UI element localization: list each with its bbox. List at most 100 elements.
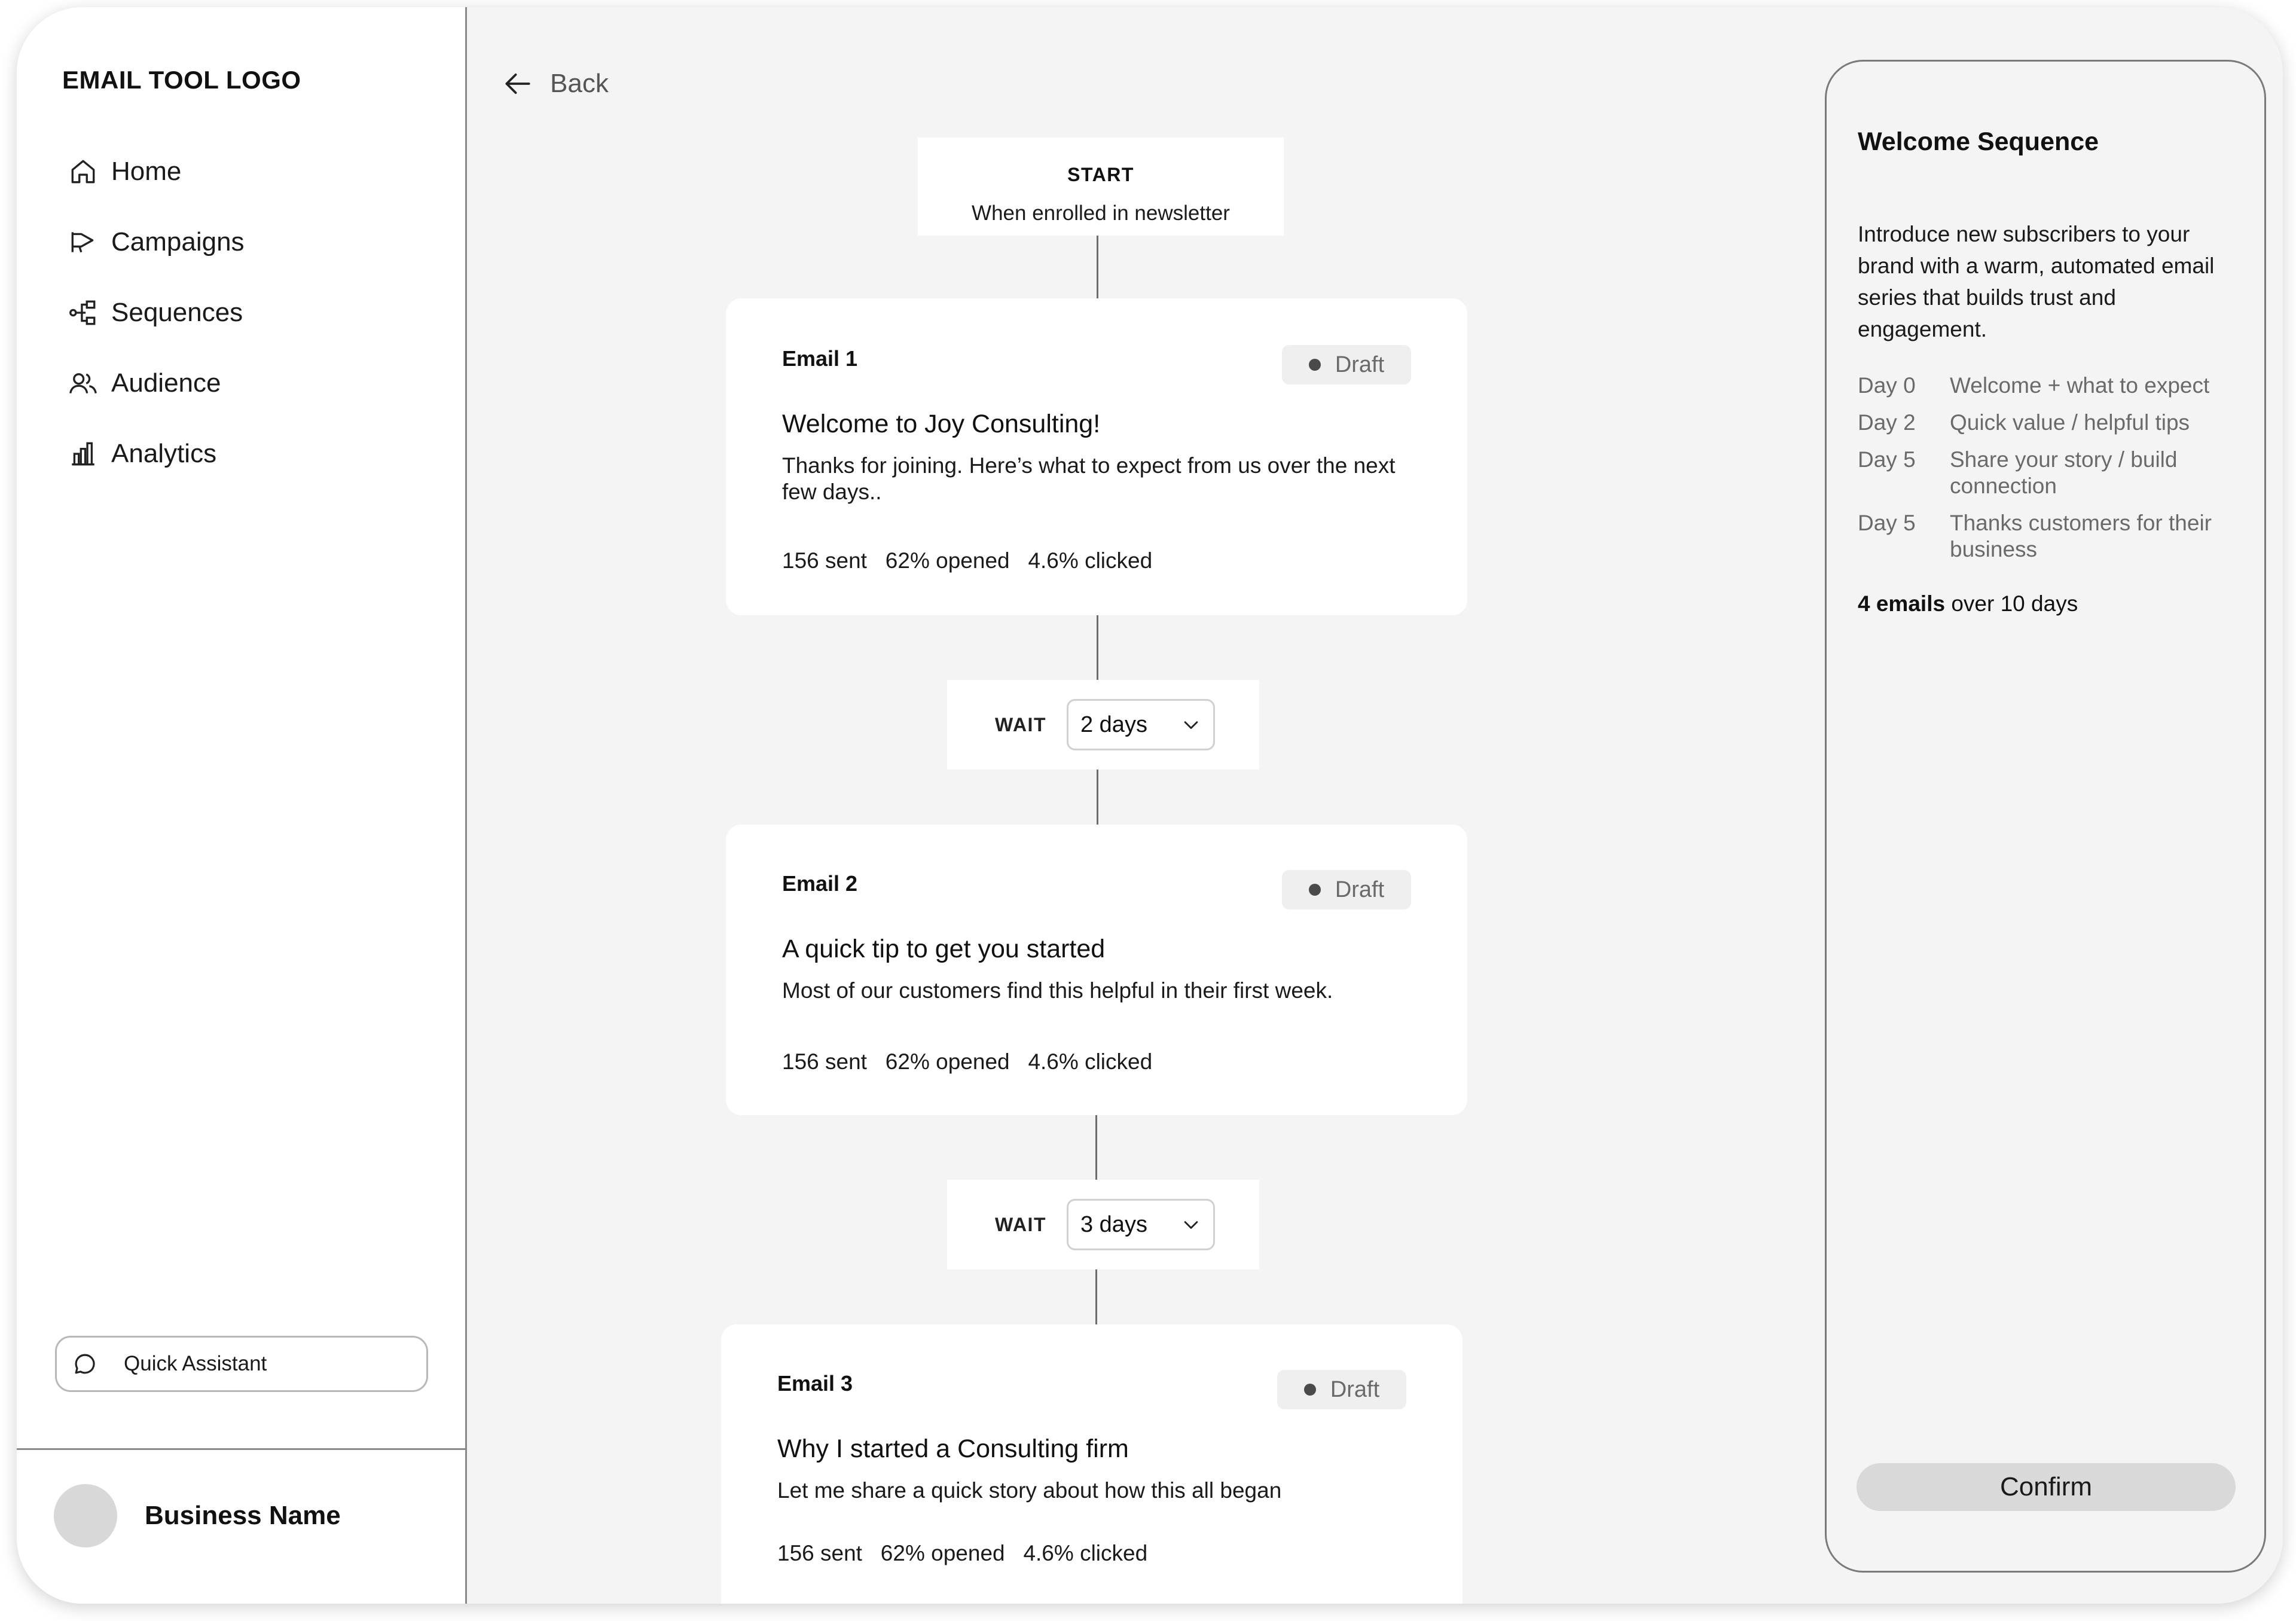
wait-node-2: WAIT 3 days [947, 1180, 1259, 1269]
schedule-description: Share your story / build connection [1950, 447, 2178, 498]
back-label: Back [550, 69, 609, 98]
schedule-item: Day 2 Quick value / helpful tips [1858, 410, 2252, 436]
business-name: Business Name [145, 1501, 341, 1530]
email-card-1[interactable]: Email 1 Draft Welcome to Joy Consulting!… [726, 298, 1467, 615]
schedule-list: Day 0 Welcome + what to expect Day 2 Qui… [1858, 373, 2252, 573]
app-window: EMAIL TOOL LOGO Home Campaigns Sequences… [17, 7, 2283, 1604]
email-preview: Thanks for joining. Here’s what to expec… [782, 453, 1396, 504]
email-label: Email 2 [782, 871, 858, 896]
flow-connector [1097, 614, 1098, 680]
chat-bubble-icon [75, 1354, 95, 1374]
click-rate: 4.6% clicked [1023, 1541, 1148, 1565]
business-profile[interactable]: Business Name [54, 1484, 341, 1547]
avatar [54, 1484, 117, 1547]
schedule-item: Day 0 Welcome + what to expect [1858, 373, 2252, 399]
status-dot [1308, 359, 1321, 371]
email-preview: Let me share a quick story about how thi… [777, 1478, 1282, 1503]
wait-node-1: WAIT 2 days [947, 680, 1259, 770]
email-label: Email 3 [777, 1371, 853, 1396]
status-dot [1303, 1384, 1316, 1396]
status-badge: Draft [1282, 345, 1411, 384]
start-trigger-description: When enrolled in newsletter [972, 202, 1230, 225]
megaphone-icon [71, 232, 94, 253]
sent-count: 156 sent [782, 548, 867, 573]
sidebar-item-sequences[interactable]: Sequences [68, 292, 245, 334]
schedule-description: Quick value / helpful tips [1950, 410, 2190, 435]
email-count: 4 emails [1858, 591, 1946, 616]
schedule-day: Day 5 [1858, 511, 1916, 535]
sent-count: 156 sent [777, 1541, 862, 1565]
status-badge: Draft [1277, 1370, 1406, 1409]
panel-description: Introduce new subscribers to your brand … [1858, 222, 2215, 341]
sidebar-nav: Home Campaigns Sequences Audience Analyt… [68, 151, 245, 503]
sidebar: EMAIL TOOL LOGO Home Campaigns Sequences… [17, 7, 467, 1604]
sidebar-item-label: Campaigns [111, 227, 245, 257]
status-text: Draft [1335, 877, 1385, 902]
wait-duration-value: 2 days [1080, 712, 1147, 737]
sequence-summary-panel: Welcome Sequence Introduce new subscribe… [1825, 60, 2266, 1573]
email-subject: Why I started a Consulting firm [777, 1434, 1129, 1463]
panel-title: Welcome Sequence [1858, 127, 2099, 156]
chevron-down-icon [1184, 1221, 1198, 1229]
sidebar-item-label: Home [111, 157, 182, 186]
sidebar-item-home[interactable]: Home [68, 151, 245, 193]
open-rate: 62% opened [880, 1541, 1005, 1565]
arrow-left-icon [505, 73, 530, 94]
click-rate: 4.6% clicked [1028, 1049, 1153, 1074]
status-text: Draft [1335, 352, 1385, 377]
sidebar-item-label: Analytics [111, 439, 217, 468]
bar-chart-icon [72, 442, 94, 466]
start-title: START [1067, 164, 1134, 185]
status-dot [1308, 884, 1321, 896]
wait-label: WAIT [995, 1213, 1046, 1235]
email-card-2[interactable]: Email 2 Draft A quick tip to get you sta… [726, 825, 1467, 1115]
email-stats: 156 sent 62% opened 4.6% clicked [782, 1049, 1152, 1074]
open-rate: 62% opened [885, 1049, 1010, 1074]
wait-label: WAIT [995, 713, 1046, 735]
flow-connector [1095, 1114, 1097, 1180]
schedule-description: Welcome + what to expect [1950, 373, 2210, 398]
email-subject: A quick tip to get you started [782, 935, 1106, 963]
email-stats: 156 sent 62% opened 4.6% clicked [782, 548, 1152, 573]
start-trigger-node[interactable]: START When enrolled in newsletter [918, 138, 1284, 236]
wait-duration-select[interactable]: 2 days [1066, 699, 1215, 750]
flow-connector [1097, 236, 1098, 306]
sidebar-item-label: Sequences [111, 298, 243, 327]
back-button[interactable]: Back [501, 67, 609, 100]
email-preview: Most of our customers find this helpful … [782, 978, 1333, 1003]
email-card-3[interactable]: Email 3 Draft Why I started a Consulting… [721, 1324, 1463, 1604]
schedule-day: Day 5 [1858, 447, 1916, 472]
wait-duration-select[interactable]: 3 days [1066, 1199, 1215, 1250]
email-stats: 156 sent 62% opened 4.6% clicked [777, 1541, 1147, 1566]
quick-assistant-label: Quick Assistant [124, 1352, 267, 1375]
home-icon [71, 160, 95, 184]
open-rate: 62% opened [885, 548, 1010, 573]
click-rate: 4.6% clicked [1028, 548, 1153, 573]
sequence-flow-icon [69, 300, 96, 325]
confirm-label: Confirm [1999, 1472, 2093, 1501]
wait-duration-value: 3 days [1080, 1211, 1147, 1237]
sidebar-divider [17, 1448, 465, 1450]
schedule-day: Day 2 [1858, 410, 1916, 435]
confirm-button[interactable]: Confirm [1857, 1463, 2236, 1511]
flow-connector [1097, 770, 1098, 833]
sidebar-item-analytics[interactable]: Analytics [68, 433, 245, 475]
status-badge: Draft [1282, 870, 1411, 909]
sidebar-item-audience[interactable]: Audience [68, 362, 245, 404]
schedule-item: Day 5 Thanks customers for their busines… [1858, 510, 2252, 563]
email-label: Email 1 [782, 346, 858, 371]
sidebar-item-campaigns[interactable]: Campaigns [68, 221, 245, 263]
duration-text: over 10 days [1945, 591, 2078, 616]
quick-assistant-button[interactable]: Quick Assistant [55, 1336, 428, 1392]
schedule-item: Day 5 Share your story / build connectio… [1858, 447, 2252, 499]
flow-connector [1095, 1269, 1097, 1333]
sidebar-item-label: Audience [111, 368, 221, 398]
email-subject: Welcome to Joy Consulting! [782, 410, 1101, 438]
sequence-summary: 4 emails over 10 days [1858, 591, 2078, 616]
users-icon [69, 373, 97, 394]
status-text: Draft [1330, 1376, 1380, 1402]
chevron-down-icon [1184, 721, 1198, 729]
schedule-description: Thanks customers for their business [1950, 511, 2212, 561]
sent-count: 156 sent [782, 1049, 867, 1074]
schedule-day: Day 0 [1858, 373, 1916, 398]
